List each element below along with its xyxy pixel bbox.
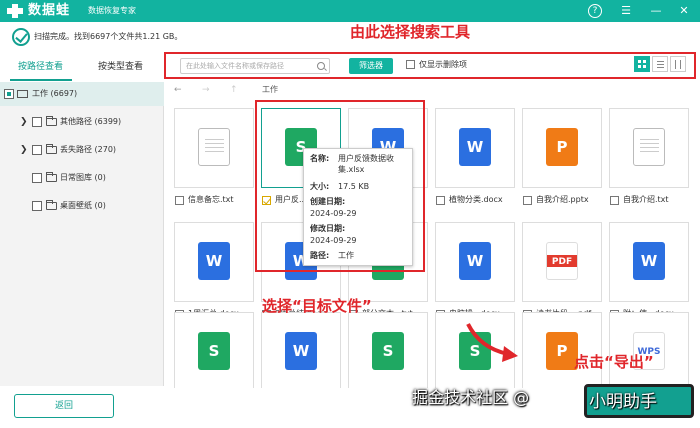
tab-by-type[interactable]: 按类型查看 bbox=[98, 61, 143, 73]
chevron-right-icon[interactable]: ❯ bbox=[20, 110, 28, 134]
file-card[interactable]: S bbox=[348, 312, 428, 388]
tree-item-label: 其他路径 (6399) bbox=[60, 117, 122, 126]
tree-checkbox[interactable] bbox=[32, 173, 42, 183]
minimize-icon[interactable]: — bbox=[648, 3, 664, 19]
file-card[interactable]: W bbox=[435, 222, 515, 302]
annotation-box-toolbar bbox=[164, 52, 696, 79]
chevron-right-icon[interactable]: ❯ bbox=[20, 138, 28, 162]
export-button-label: 小明助手 bbox=[589, 392, 657, 412]
file-card[interactable]: W bbox=[609, 222, 689, 302]
help-icon[interactable]: ? bbox=[588, 4, 602, 18]
navigation-bar: ← → ↑ 工作 bbox=[168, 82, 700, 98]
pptx-file-icon: P bbox=[546, 128, 578, 166]
annotation-arrow-icon bbox=[466, 323, 518, 362]
scan-status-text: 扫描完成。找到6697个文件共1.21 GB。 bbox=[34, 32, 183, 41]
annotation-search-tool: 由此选择搜索工具 bbox=[350, 23, 471, 41]
folder-icon bbox=[46, 144, 57, 154]
tree-item-work[interactable]: 工作 (6697) bbox=[0, 82, 164, 106]
file-name: 信息备忘.txt bbox=[188, 195, 234, 204]
tree-item-desktop-wallpaper[interactable]: 桌面壁纸 (0) bbox=[0, 194, 164, 218]
annotation-select-target: 选择“目标文件” bbox=[262, 297, 372, 315]
folder-icon bbox=[46, 116, 57, 126]
file-checkbox[interactable] bbox=[523, 196, 532, 205]
app-window: { "app": { "name": "数据蛙", "subtitle": "数… bbox=[0, 0, 700, 428]
file-checkbox[interactable] bbox=[436, 196, 445, 205]
watermark-text: 掘金技术社区 @ bbox=[412, 388, 530, 407]
check-circle-icon bbox=[12, 28, 30, 46]
tree-checkbox[interactable] bbox=[32, 145, 42, 155]
forward-arrow-icon[interactable]: → bbox=[202, 82, 210, 98]
xlsx-file-icon: S bbox=[198, 332, 230, 370]
tree-checkbox[interactable] bbox=[4, 89, 14, 99]
up-arrow-icon[interactable]: ↑ bbox=[230, 82, 238, 98]
current-path: 工作 bbox=[262, 85, 278, 94]
view-tabs: 按路径查看 按类型查看 bbox=[0, 52, 164, 84]
file-grid: 信息备忘.txtS用户反...xlsxW...docxW植物分类.docxP自我… bbox=[164, 98, 700, 388]
tree-item-daily-gallery[interactable]: 日常图库 (0) bbox=[0, 166, 164, 190]
close-icon[interactable]: ✕ bbox=[676, 3, 692, 19]
file-card[interactable] bbox=[609, 108, 689, 188]
menu-icon[interactable]: ☰ bbox=[618, 3, 634, 19]
file-card[interactable]: PDF bbox=[522, 222, 602, 302]
tree-item-label: 桌面壁纸 (0) bbox=[60, 201, 106, 210]
txt-file-icon bbox=[198, 128, 230, 166]
left-panel: 按路径查看 按类型查看 工作 (6697) ❯ 其他路径 (6399) ❯ 丢失… bbox=[0, 52, 164, 386]
folder-icon bbox=[46, 200, 57, 210]
annotation-click-export: 点击“导出” bbox=[574, 353, 654, 371]
file-card[interactable]: W bbox=[174, 222, 254, 302]
tree-item-lost-paths[interactable]: ❯ 丢失路径 (270) bbox=[0, 138, 164, 162]
file-checkbox[interactable] bbox=[610, 196, 619, 205]
docx-file-icon: W bbox=[459, 128, 491, 166]
tree-item-label: 日常图库 (0) bbox=[60, 173, 106, 182]
tree-checkbox[interactable] bbox=[32, 201, 42, 211]
file-card[interactable]: WPS bbox=[609, 312, 689, 388]
folder-icon bbox=[46, 172, 57, 182]
annotation-box-target-file bbox=[255, 100, 425, 272]
active-tab-indicator bbox=[10, 79, 72, 81]
frog-logo-icon bbox=[7, 4, 23, 18]
docx-file-icon: W bbox=[633, 242, 665, 280]
title-bar: 数据蛙 数据恢复专家 ? ☰ — ✕ bbox=[0, 0, 700, 22]
docx-file-icon: W bbox=[285, 332, 317, 370]
tree-checkbox[interactable] bbox=[32, 117, 42, 127]
file-card[interactable]: P bbox=[522, 312, 602, 388]
file-name: 自我介绍.txt bbox=[623, 195, 669, 204]
file-name: 植物分类.docx bbox=[449, 195, 503, 204]
file-card[interactable]: P bbox=[522, 108, 602, 188]
drive-icon bbox=[17, 90, 28, 98]
file-card[interactable]: W bbox=[261, 312, 341, 388]
app-name: 数据蛙 bbox=[28, 3, 71, 18]
file-card[interactable]: S bbox=[174, 312, 254, 388]
txt-file-icon bbox=[633, 128, 665, 166]
tree-item-label: 丢失路径 (270) bbox=[60, 145, 117, 154]
docx-file-icon: W bbox=[459, 242, 491, 280]
tree-item-other-paths[interactable]: ❯ 其他路径 (6399) bbox=[0, 110, 164, 134]
app-subtitle: 数据恢复专家 bbox=[88, 6, 136, 15]
back-arrow-icon[interactable]: ← bbox=[174, 82, 182, 98]
xlsx-file-icon: S bbox=[372, 332, 404, 370]
file-checkbox[interactable] bbox=[175, 196, 184, 205]
file-card[interactable]: W bbox=[435, 108, 515, 188]
file-name: 自我介绍.pptx bbox=[536, 195, 589, 204]
back-button[interactable]: 返回 bbox=[14, 394, 114, 418]
tab-by-path[interactable]: 按路径查看 bbox=[18, 61, 63, 73]
pdf-file-icon: PDF bbox=[546, 242, 578, 280]
file-card[interactable] bbox=[174, 108, 254, 188]
tree-item-label: 工作 (6697) bbox=[32, 89, 78, 98]
docx-file-icon: W bbox=[198, 242, 230, 280]
